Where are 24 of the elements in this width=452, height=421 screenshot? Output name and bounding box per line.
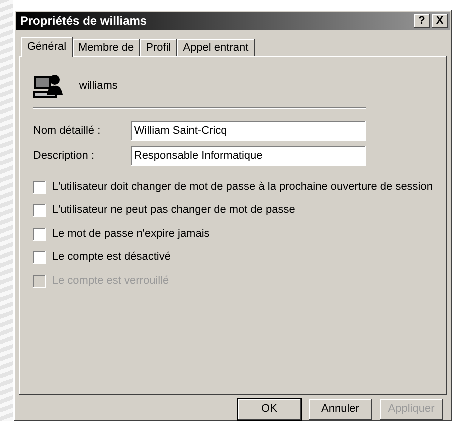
checkbox[interactable] [33,204,46,218]
text-field[interactable]: Responsable Informatique [131,146,366,166]
field-label: Description : [33,148,96,164]
checkbox-label: Le compte est désactivé [52,250,171,266]
field-label: Nom détaillé : [33,124,102,139]
dialog-button[interactable]: OK [238,399,301,420]
tab[interactable]: Général [21,36,73,57]
checkbox[interactable] [33,251,46,264]
user-name: williams [79,78,118,94]
tab[interactable]: Membre de [72,38,140,56]
help-button[interactable]: ? [414,14,430,28]
user-computer-icon [33,72,64,99]
checkbox-label: Le mot de passe n'expire jamais [52,226,210,242]
checkbox-label: L'utilisateur doit changer de mot de passe à la prochaine ouverture de session [52,180,433,195]
checkbox[interactable] [33,180,46,194]
window-title: Propriétés de williams [20,13,148,30]
checkbox[interactable] [33,228,46,241]
close-button[interactable]: X [432,14,448,28]
dialog-button[interactable]: Annuler [309,399,372,420]
text-field[interactable]: William Saint-Cricq [131,120,366,141]
checkbox-label: Le compte est verrouillé [52,274,170,289]
tab[interactable]: Appel entrant [177,38,255,56]
checkbox-label: L'utilisateur ne peut pas changer de mot de passe [52,203,296,218]
tab[interactable]: Profil [140,38,178,56]
